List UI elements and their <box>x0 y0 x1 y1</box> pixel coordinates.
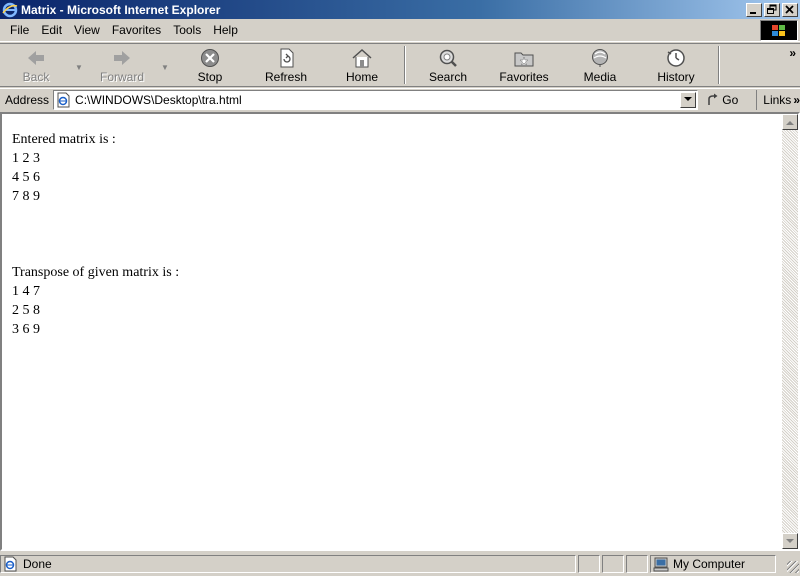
window-title: Matrix - Microsoft Internet Explorer <box>21 2 221 17</box>
address-label: Address <box>5 92 50 107</box>
home-label: Home <box>345 70 378 84</box>
minimize-button[interactable] <box>746 2 762 17</box>
vertical-scrollbar[interactable] <box>782 114 798 549</box>
entered-matrix-row: 7 8 9 <box>12 189 40 204</box>
forward-button[interactable]: Forward <box>86 44 158 86</box>
entered-matrix-row: 4 5 6 <box>12 170 40 185</box>
title-bar[interactable]: Matrix - Microsoft Internet Explorer <box>0 0 800 19</box>
ie-icon <box>2 2 18 17</box>
transpose-matrix-row: 2 5 8 <box>12 303 40 318</box>
entered-matrix-row: 1 2 3 <box>12 151 40 166</box>
address-url[interactable]: C:\WINDOWS\Desktop\tra.html <box>75 93 680 107</box>
history-button[interactable]: History <box>638 44 714 86</box>
transpose-matrix-heading: Transpose of given matrix is : <box>12 265 180 280</box>
ie-page-icon <box>4 556 17 571</box>
back-label: Back <box>22 70 50 84</box>
back-dropdown[interactable]: ▼ <box>72 44 86 86</box>
refresh-button[interactable]: Refresh <box>248 44 324 86</box>
go-arrow-icon <box>708 93 718 105</box>
chevron-down-icon <box>684 96 693 101</box>
status-zone-panel: My Computer <box>650 554 776 573</box>
restore-button[interactable] <box>764 2 780 17</box>
home-button[interactable]: Home <box>324 44 400 86</box>
page-icon <box>57 92 70 107</box>
address-bar: Address C:\WINDOWS\Desktop\tra.html Go L… <box>0 88 800 110</box>
entered-matrix-heading: Entered matrix is : <box>12 132 116 147</box>
scroll-down-button[interactable] <box>782 533 798 549</box>
favorites-button[interactable]: Favorites <box>486 44 562 86</box>
status-panel-empty <box>626 554 648 573</box>
menu-file[interactable]: File <box>4 21 35 40</box>
menu-view[interactable]: View <box>68 21 106 40</box>
close-button[interactable] <box>782 2 798 17</box>
stop-button[interactable]: Stop <box>172 44 248 86</box>
my-computer-icon <box>653 557 669 571</box>
menu-bar: File Edit View Favorites Tools Help <box>0 19 800 42</box>
chevron-down-icon <box>786 538 794 543</box>
status-panel-empty <box>602 554 624 573</box>
restore-icon <box>767 4 777 14</box>
status-bar: Done My Computer <box>0 553 800 574</box>
close-icon <box>785 4 794 14</box>
menu-edit[interactable]: Edit <box>35 21 68 40</box>
menu-favorites[interactable]: Favorites <box>106 21 167 40</box>
menu-help[interactable]: Help <box>207 21 244 40</box>
media-label: Media <box>583 70 617 84</box>
search-button[interactable]: Search <box>410 44 486 86</box>
links-chevron: » <box>793 92 800 107</box>
status-text: Done <box>23 556 52 571</box>
stop-label: Stop <box>197 70 223 84</box>
search-label: Search <box>428 70 468 84</box>
go-label: Go <box>722 92 739 107</box>
standard-toolbar: Back ▼ Forward ▼ Stop Refresh Home Searc… <box>0 43 800 87</box>
windows-logo-throbber <box>760 20 798 41</box>
history-icon <box>667 49 685 67</box>
favorites-icon <box>514 52 534 67</box>
forward-label: Forward <box>99 70 144 84</box>
resize-grip[interactable] <box>787 561 799 573</box>
transpose-matrix-row: 3 6 9 <box>12 322 40 337</box>
back-arrow-icon <box>28 51 44 65</box>
forward-arrow-icon <box>114 51 130 65</box>
toolbar-chevron[interactable]: » <box>789 46 796 60</box>
refresh-label: Refresh <box>264 70 308 84</box>
back-button[interactable]: Back <box>0 44 72 86</box>
status-panel-empty <box>578 554 600 573</box>
media-icon <box>592 49 608 67</box>
history-label: History <box>657 70 695 84</box>
menu-tools[interactable]: Tools <box>167 21 207 40</box>
go-button[interactable]: Go <box>706 93 738 107</box>
favorites-label: Favorites <box>499 70 549 84</box>
minimize-icon <box>750 11 756 14</box>
toolbar-separator <box>718 46 720 84</box>
windows-logo-icon <box>772 24 785 36</box>
search-icon <box>439 49 457 67</box>
chevron-up-icon <box>786 120 794 125</box>
refresh-icon <box>280 48 294 68</box>
address-dropdown-button[interactable] <box>680 91 697 108</box>
zone-text: My Computer <box>673 556 746 571</box>
toolbar-separator <box>404 46 406 84</box>
page-content: Entered matrix is : 1 2 3 4 5 6 7 8 9 Tr… <box>0 112 800 551</box>
forward-dropdown[interactable]: ▼ <box>158 44 172 86</box>
home-icon <box>352 48 372 68</box>
document-body: Entered matrix is : 1 2 3 4 5 6 7 8 9 Tr… <box>12 130 179 339</box>
scroll-up-button[interactable] <box>782 114 798 130</box>
address-input[interactable]: C:\WINDOWS\Desktop\tra.html <box>53 89 699 110</box>
media-button[interactable]: Media <box>562 44 638 86</box>
transpose-matrix-row: 1 4 7 <box>12 284 40 299</box>
status-main-panel: Done <box>0 554 576 573</box>
stop-icon <box>201 49 219 67</box>
links-label: Links <box>763 92 792 107</box>
links-toolbar[interactable]: Links» <box>756 89 800 110</box>
